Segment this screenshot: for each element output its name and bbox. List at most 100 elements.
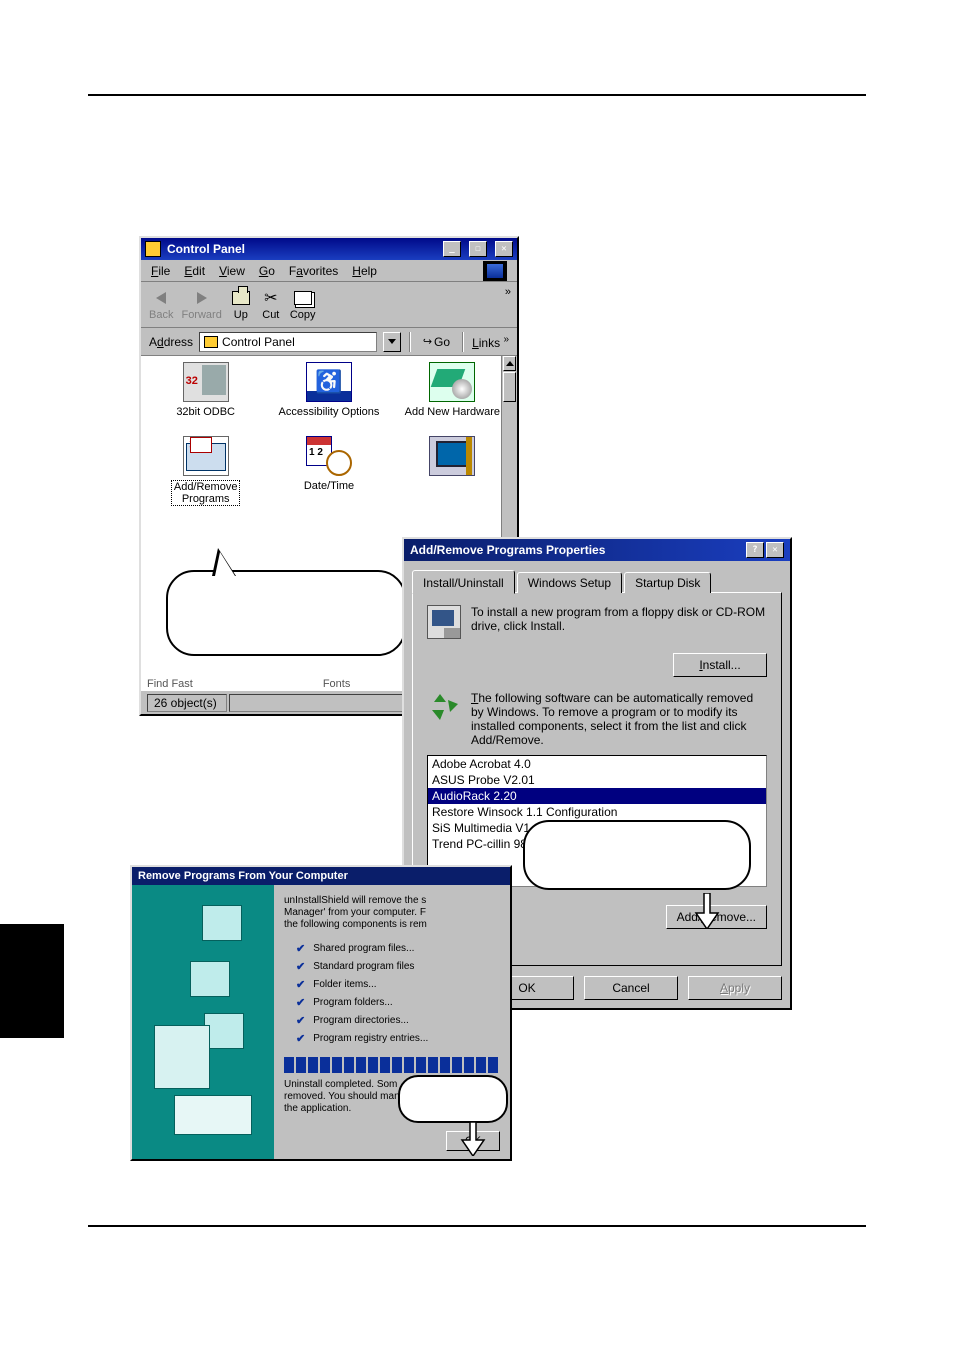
control-panel-icon — [145, 241, 161, 257]
item-add-new-hardware[interactable]: Add New Hardware — [394, 362, 511, 418]
progress-segment — [380, 1057, 390, 1073]
list-item[interactable]: AudioRack 2.20 — [428, 788, 766, 804]
minimize-button[interactable]: _ — [443, 241, 461, 257]
margin-block — [0, 924, 64, 1038]
callout-bubble-uninstall — [398, 1075, 508, 1123]
uninstall-title: Remove Programs From Your Computer — [138, 870, 348, 882]
menu-go[interactable]: Go — [259, 264, 275, 278]
uninstall-checklist: ✔Shared program files...✔Standard progra… — [296, 939, 502, 1047]
back-button[interactable]: Back — [149, 289, 173, 321]
go-icon: ↪ — [423, 335, 432, 348]
check-icon: ✔ — [296, 996, 305, 1009]
forward-button[interactable]: Forward — [181, 289, 221, 321]
go-label: Go — [434, 335, 450, 349]
arrow-pointer-uninstall — [460, 1122, 486, 1161]
checklist-item: ✔Program directories... — [296, 1011, 502, 1029]
arrow-left-icon — [156, 292, 166, 304]
install-button[interactable]: Install... — [673, 653, 767, 677]
menu-file[interactable]: File — [151, 264, 170, 278]
progress-segment — [464, 1057, 474, 1073]
item-label: Accessibility Options — [279, 406, 380, 418]
item-32bit-odbc[interactable]: 32bit ODBC — [147, 362, 264, 418]
folder-icon — [204, 336, 218, 348]
item-accessibility[interactable]: ♿Accessibility Options — [270, 362, 387, 418]
checklist-item: ✔Standard program files — [296, 957, 502, 975]
hardware-icon — [429, 362, 475, 402]
list-item[interactable]: Restore Winsock 1.1 Configuration — [428, 804, 766, 820]
copy-icon — [294, 291, 312, 305]
cut-button[interactable]: ✂Cut — [260, 289, 282, 321]
progress-segment — [308, 1057, 318, 1073]
check-icon: ✔ — [296, 942, 305, 955]
chevron-up-icon — [506, 361, 514, 366]
arrow-pointer-addremove — [694, 893, 720, 934]
cancel-button[interactable]: Cancel — [584, 976, 678, 1000]
progress-segment — [320, 1057, 330, 1073]
progress-segment — [392, 1057, 402, 1073]
chevron-down-icon — [388, 339, 396, 344]
checklist-item: ✔Program registry entries... — [296, 1029, 502, 1047]
copy-button[interactable]: Copy — [290, 289, 316, 321]
back-label: Back — [149, 309, 173, 321]
up-button[interactable]: Up — [230, 289, 252, 321]
item-date-time[interactable]: 1 2Date/Time — [270, 436, 387, 506]
tab-windows-setup[interactable]: Windows Setup — [517, 572, 622, 593]
uninstall-intro: unInstallShield will remove the s Manage… — [284, 895, 502, 931]
maximize-button[interactable]: ☐ — [469, 241, 487, 257]
list-item[interactable]: Adobe Acrobat 4.0 — [428, 756, 766, 772]
scissors-icon: ✂ — [260, 289, 282, 307]
arp-title: Add/Remove Programs Properties — [410, 543, 605, 557]
tab-install-uninstall[interactable]: Install/Uninstall — [412, 570, 515, 594]
rule-bottom — [88, 1225, 866, 1227]
checklist-item: ✔Program folders... — [296, 993, 502, 1011]
address-dropdown-button[interactable] — [383, 332, 401, 352]
control-panel-titlebar[interactable]: Control Panel _ ☐ ✕ — [141, 238, 517, 260]
address-value: Control Panel — [222, 335, 295, 349]
scroll-up-button[interactable] — [503, 356, 516, 371]
item-display[interactable] — [394, 436, 511, 506]
forward-label: Forward — [181, 309, 221, 321]
scroll-thumb[interactable] — [503, 372, 516, 402]
progress-segment — [440, 1057, 450, 1073]
list-item[interactable]: SiS Multimedia V1.02.52 — [428, 820, 766, 836]
item-add-remove-programs[interactable]: ✶Add/RemovePrograms — [147, 436, 264, 506]
go-button[interactable]: ↪Go — [419, 335, 454, 349]
address-input[interactable]: Control Panel — [199, 332, 377, 352]
address-label: Address — [149, 335, 193, 349]
menu-favorites[interactable]: Favorites — [289, 264, 338, 278]
status-objects: 26 object(s) — [147, 694, 227, 712]
uninstall-titlebar[interactable]: Remove Programs From Your Computer — [132, 867, 510, 885]
uninstall-graphic — [132, 885, 274, 1159]
throbber-icon — [483, 261, 507, 281]
list-item[interactable]: ASUS Probe V2.01 — [428, 772, 766, 788]
list-item[interactable]: Trend PC-cillin 98 — [428, 836, 766, 852]
toolbar-overflow-icon[interactable]: » — [505, 286, 511, 298]
tab-startup-disk[interactable]: Startup Disk — [624, 572, 711, 593]
item-label: 32bit ODBC — [176, 406, 235, 418]
close-button[interactable]: ✕ — [495, 241, 513, 257]
links-button[interactable]: Links » — [472, 334, 509, 350]
menu-edit[interactable]: Edit — [184, 264, 205, 278]
menubar: File Edit View Go Favorites Help — [141, 260, 517, 282]
remove-text: The following software can be automatica… — [471, 691, 767, 747]
help-button[interactable]: ? — [746, 542, 764, 558]
menu-view[interactable]: View — [219, 264, 245, 278]
toolbar: Back Forward Up ✂Cut Copy » — [141, 282, 517, 328]
separator — [409, 332, 411, 352]
progress-segment — [428, 1057, 438, 1073]
progress-segment — [332, 1057, 342, 1073]
check-icon: ✔ — [296, 960, 305, 973]
close-button[interactable]: ✕ — [766, 542, 784, 558]
checklist-item: ✔Folder items... — [296, 975, 502, 993]
arp-titlebar[interactable]: Add/Remove Programs Properties ? ✕ — [404, 539, 790, 561]
menu-help[interactable]: Help — [352, 264, 377, 278]
progress-segment — [356, 1057, 366, 1073]
apply-button[interactable]: Apply — [688, 976, 782, 1000]
progress-segment — [344, 1057, 354, 1073]
check-icon: ✔ — [296, 1014, 305, 1027]
progress-segment — [284, 1057, 294, 1073]
progress-segment — [368, 1057, 378, 1073]
progress-segment — [296, 1057, 306, 1073]
date-time-icon: 1 2 — [306, 436, 352, 476]
progress-segment — [488, 1057, 498, 1073]
